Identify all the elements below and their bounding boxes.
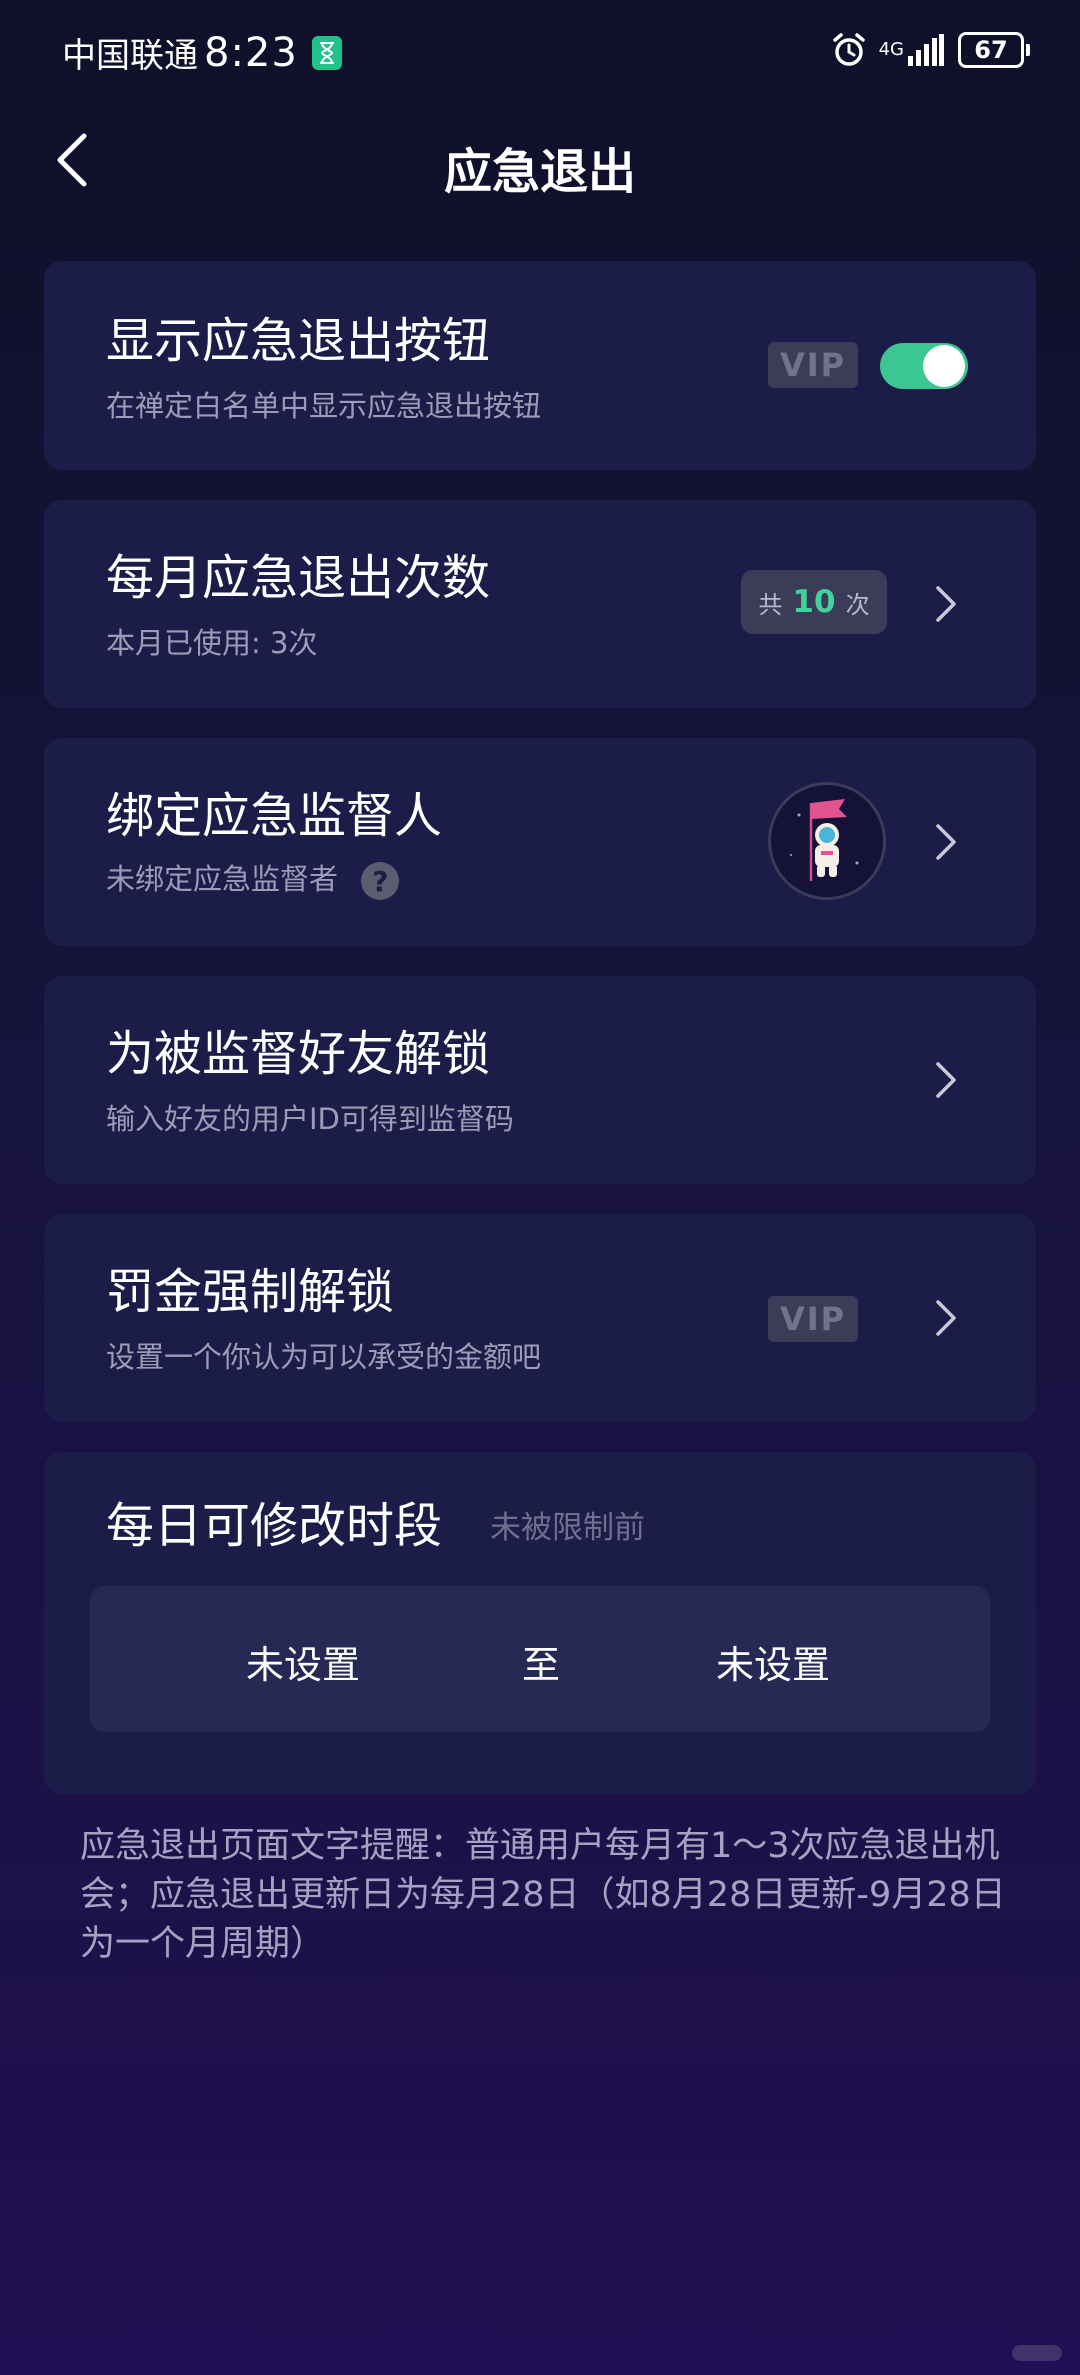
page-title: 应急退出 <box>443 144 636 200</box>
signal-icon <box>908 34 944 66</box>
network-type: 4G <box>878 39 904 60</box>
card-title: 为被监督好友解锁 <box>106 1026 491 1082</box>
exit-count-badge: 共 10 次 <box>741 570 887 634</box>
battery-icon: 67 <box>958 32 1030 68</box>
toggle-knob <box>923 345 965 387</box>
carrier-name: 中国联通 <box>62 36 198 76</box>
chevron-right-icon <box>936 1300 956 1336</box>
start-time-picker[interactable]: 未设置 <box>246 1634 360 1689</box>
header: 应急退出 <box>0 120 1080 210</box>
fine-force-unlock-card[interactable]: 罚金强制解锁 设置一个你认为可以承受的金额吧 VIP <box>44 1214 1036 1422</box>
card-title: 每日可修改时段 <box>106 1498 443 1554</box>
time-range-box: 未设置 至 未设置 <box>90 1586 990 1732</box>
vip-badge: VIP <box>768 1296 858 1342</box>
end-time-picker[interactable]: 未设置 <box>716 1634 830 1689</box>
card-subtitle-text: 未绑定应急监督者 <box>106 862 339 896</box>
supervisor-avatar <box>768 782 886 900</box>
watermark <box>1012 2345 1062 2361</box>
card-subtitle: 本月已使用: 3次 <box>106 626 318 660</box>
daily-edit-window-card: 每日可修改时段 未被限制前 未设置 至 未设置 <box>44 1452 1036 1794</box>
chevron-right-icon <box>936 586 956 622</box>
monthly-exit-count-card[interactable]: 每月应急退出次数 本月已使用: 3次 共 10 次 <box>44 500 1036 708</box>
time-range-separator: 至 <box>522 1643 561 1687</box>
card-title: 显示应急退出按钮 <box>106 313 491 369</box>
help-icon[interactable]: ? <box>361 862 400 900</box>
status-bar-left: 中国联通 8:23 <box>62 28 342 77</box>
battery-level: 67 <box>974 36 1008 64</box>
alarm-icon <box>832 33 865 66</box>
card-subtitle: 未绑定应急监督者 ? <box>106 856 400 900</box>
card-subtitle: 输入好友的用户ID可得到监督码 <box>106 1102 514 1136</box>
card-hint: 未被限制前 <box>490 1510 645 1546</box>
card-title: 绑定应急监督人 <box>106 788 443 844</box>
card-title: 罚金强制解锁 <box>106 1264 395 1320</box>
vip-badge: VIP <box>768 342 858 388</box>
exit-reminder-note: 应急退出页面文字提醒：普通用户每月有1～3次应急退出机会；应急退出更新日为每月2… <box>80 1826 1006 1964</box>
card-subtitle: 在禅定白名单中显示应急退出按钮 <box>106 389 542 423</box>
card-subtitle: 设置一个你认为可以承受的金额吧 <box>106 1340 542 1374</box>
badge-prefix: 共 <box>758 590 783 619</box>
chevron-right-icon <box>936 824 956 860</box>
card-title: 每月应急退出次数 <box>106 550 491 606</box>
unlock-friend-card[interactable]: 为被监督好友解锁 输入好友的用户ID可得到监督码 <box>44 976 1036 1184</box>
show-exit-button-toggle[interactable] <box>880 343 968 389</box>
clock: 8:23 <box>204 29 298 76</box>
badge-suffix: 次 <box>845 590 870 619</box>
show-emergency-exit-card: 显示应急退出按钮 在禅定白名单中显示应急退出按钮 VIP <box>44 261 1036 470</box>
badge-count: 10 <box>792 584 836 620</box>
status-bar-right: 4G 67 <box>831 32 1030 68</box>
status-bar: 中国联通 8:23 4G 67 <box>0 0 1080 110</box>
chevron-right-icon <box>936 1062 956 1098</box>
bind-supervisor-card[interactable]: 绑定应急监督人 未绑定应急监督者 ? <box>44 738 1036 946</box>
hourglass-icon <box>311 35 342 70</box>
